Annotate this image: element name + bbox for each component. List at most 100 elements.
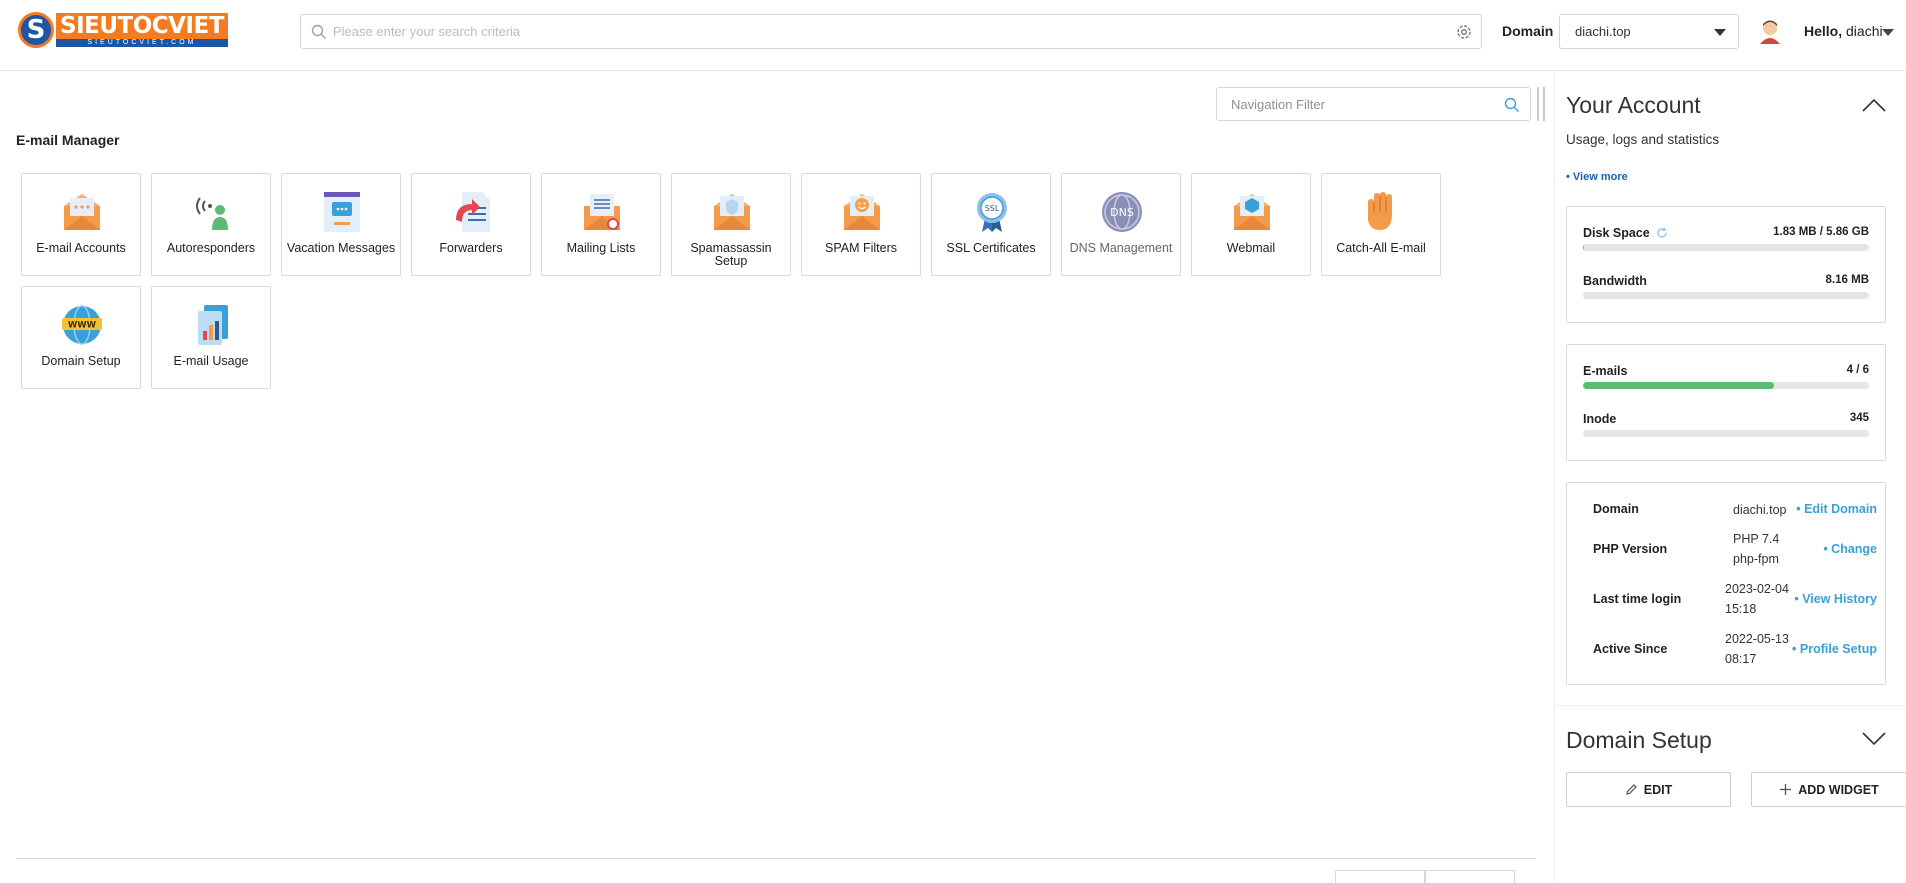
change-php-link[interactable]: • Change xyxy=(1823,542,1877,556)
info-row-php-version: PHP Version PHP 7.4 php-fpm • Change xyxy=(1593,529,1877,569)
svg-text:WWW: WWW xyxy=(68,321,97,331)
navigation-filter-input[interactable] xyxy=(1231,88,1491,120)
domain-select[interactable]: diachi.top xyxy=(1559,14,1739,49)
spamassassin-icon xyxy=(714,194,750,230)
search-icon xyxy=(311,24,326,39)
navigation-filter xyxy=(1216,87,1531,121)
domain-select-value: diachi.top xyxy=(1575,24,1631,39)
tile-email-accounts[interactable]: E-mail Accounts xyxy=(21,173,141,276)
stat-disk-space: Disk Space 1.83 MB / 5.86 GB xyxy=(1583,226,1869,252)
user-greeting[interactable]: Hello, diachi xyxy=(1804,23,1883,39)
logo-badge: S xyxy=(18,12,54,48)
tile-mailing-lists[interactable]: Mailing Lists xyxy=(541,173,661,276)
tile-label: Mailing Lists xyxy=(566,241,636,255)
email-accounts-icon xyxy=(64,194,100,230)
ssl-certificates-icon: SSL xyxy=(977,193,1007,232)
search-input[interactable] xyxy=(333,15,1433,48)
stat-emails: E-mails 4 / 6 xyxy=(1583,364,1869,390)
info-value: 2023-02-04 15:18 xyxy=(1725,582,1789,616)
stat-name: Bandwidth xyxy=(1583,274,1647,288)
stat-value: 1.83 MB / 5.86 GB xyxy=(1773,226,1869,238)
tile-autoresponders[interactable]: Autoresponders xyxy=(151,173,271,276)
tile-vacation-messages[interactable]: Vacation Messages xyxy=(281,173,401,276)
tile-label: Forwarders xyxy=(439,241,503,255)
view-more-link[interactable]: • View more xyxy=(1566,171,1628,183)
webmail-icon xyxy=(1234,194,1270,230)
content-footer-divider xyxy=(16,858,1536,859)
account-panel xyxy=(1554,71,1906,883)
info-key: PHP Version xyxy=(1593,542,1668,556)
tile-label: SSL Certificates xyxy=(946,241,1036,255)
tile-domain-setup[interactable]: WWW Domain Setup xyxy=(21,286,141,389)
progress-bar xyxy=(1583,292,1869,299)
account-subtitle: Usage, logs and statistics xyxy=(1566,132,1720,147)
info-key: Active Since xyxy=(1593,642,1668,656)
svg-text:DNS: DNS xyxy=(1110,206,1134,219)
tile-label: E-mail Usage xyxy=(173,354,249,368)
drag-handle[interactable] xyxy=(1537,87,1545,121)
avatar[interactable] xyxy=(1758,18,1782,44)
tile-label: Domain Setup xyxy=(41,354,121,368)
info-key: Domain xyxy=(1593,502,1639,516)
stat-bandwidth: Bandwidth 8.16 MB xyxy=(1583,274,1869,300)
edit-domain-link[interactable]: • Edit Domain xyxy=(1796,502,1877,516)
vacation-messages-icon xyxy=(324,192,360,232)
tile-spam-filters[interactable]: SPAM Filters xyxy=(801,173,921,276)
tile-label: SPAM Filters xyxy=(825,241,897,255)
footer-tab[interactable] xyxy=(1425,870,1515,883)
profile-setup-link[interactable]: • Profile Setup xyxy=(1792,642,1877,656)
tile-ssl-certificates[interactable]: SSL SSL Certificates xyxy=(931,173,1051,276)
edit-button[interactable]: EDIT xyxy=(1566,772,1731,807)
spam-filters-icon xyxy=(844,194,880,230)
chevron-down-icon[interactable] xyxy=(1862,732,1886,746)
section-title: E-mail Manager xyxy=(16,132,120,148)
footer-tab[interactable] xyxy=(1335,870,1425,883)
catch-all-icon xyxy=(1368,192,1392,230)
stat-value: 345 xyxy=(1849,412,1869,424)
tile-label: Spamassassin Setup xyxy=(690,241,772,268)
add-widget-button[interactable]: ADD WIDGET xyxy=(1751,772,1906,807)
logo[interactable]: S SIEUTOCVIET SIEUTOCVIET.COM xyxy=(18,12,228,48)
dns-management-icon: DNS xyxy=(1102,192,1142,232)
global-search xyxy=(300,14,1482,49)
plus-icon xyxy=(1780,784,1792,795)
forwarders-icon xyxy=(456,192,490,232)
refresh-icon[interactable] xyxy=(1656,227,1668,239)
tile-spamassassin-setup[interactable]: Spamassassin Setup xyxy=(671,173,791,276)
progress-fill xyxy=(1583,382,1774,389)
domain-label: Domain xyxy=(1502,23,1554,39)
stat-inode: Inode 345 xyxy=(1583,412,1869,438)
gear-icon[interactable] xyxy=(1455,23,1473,41)
logo-text: SIEUTOCVIET xyxy=(56,13,228,39)
tile-label: Vacation Messages xyxy=(286,241,396,255)
mailing-lists-icon xyxy=(584,194,620,230)
top-bar: S SIEUTOCVIET SIEUTOCVIET.COM Domain dia… xyxy=(0,0,1906,71)
tile-catch-all-email[interactable]: Catch-All E-mail xyxy=(1321,173,1441,276)
tile-webmail[interactable]: Webmail xyxy=(1191,173,1311,276)
stat-name: Inode xyxy=(1583,412,1617,426)
stat-name: Disk Space xyxy=(1583,226,1650,240)
email-usage-icon xyxy=(198,305,228,345)
search-icon[interactable] xyxy=(1504,97,1520,113)
svg-text:SSL: SSL xyxy=(985,204,1000,213)
tile-forwarders[interactable]: Forwarders xyxy=(411,173,531,276)
username: diachi xyxy=(1846,23,1883,39)
view-history-link[interactable]: • View History xyxy=(1794,592,1877,606)
domain-setup-title: Domain Setup xyxy=(1566,727,1712,753)
tile-label: DNS Management xyxy=(1069,241,1173,255)
stat-name: E-mails xyxy=(1583,364,1628,378)
info-value: diachi.top xyxy=(1733,503,1787,517)
tile-label: Webmail xyxy=(1226,241,1276,255)
info-value: 2022-05-13 08:17 xyxy=(1725,632,1789,666)
chevron-up-icon[interactable] xyxy=(1862,98,1886,112)
account-info-card: Domain diachi.top • Edit Domain PHP Vers… xyxy=(1566,482,1886,685)
info-row-active-since: Active Since 2022-05-13 08:17 • Profile … xyxy=(1593,629,1877,669)
stat-value: 4 / 6 xyxy=(1846,364,1869,376)
domain-setup-icon: WWW xyxy=(62,305,102,345)
tile-dns-management[interactable]: DNS DNS Management xyxy=(1061,173,1181,276)
chevron-down-icon[interactable] xyxy=(1882,29,1894,36)
tile-label: E-mail Accounts xyxy=(36,241,126,255)
pencil-icon xyxy=(1625,784,1637,795)
account-title: Your Account xyxy=(1566,92,1701,118)
tile-email-usage[interactable]: E-mail Usage xyxy=(151,286,271,389)
